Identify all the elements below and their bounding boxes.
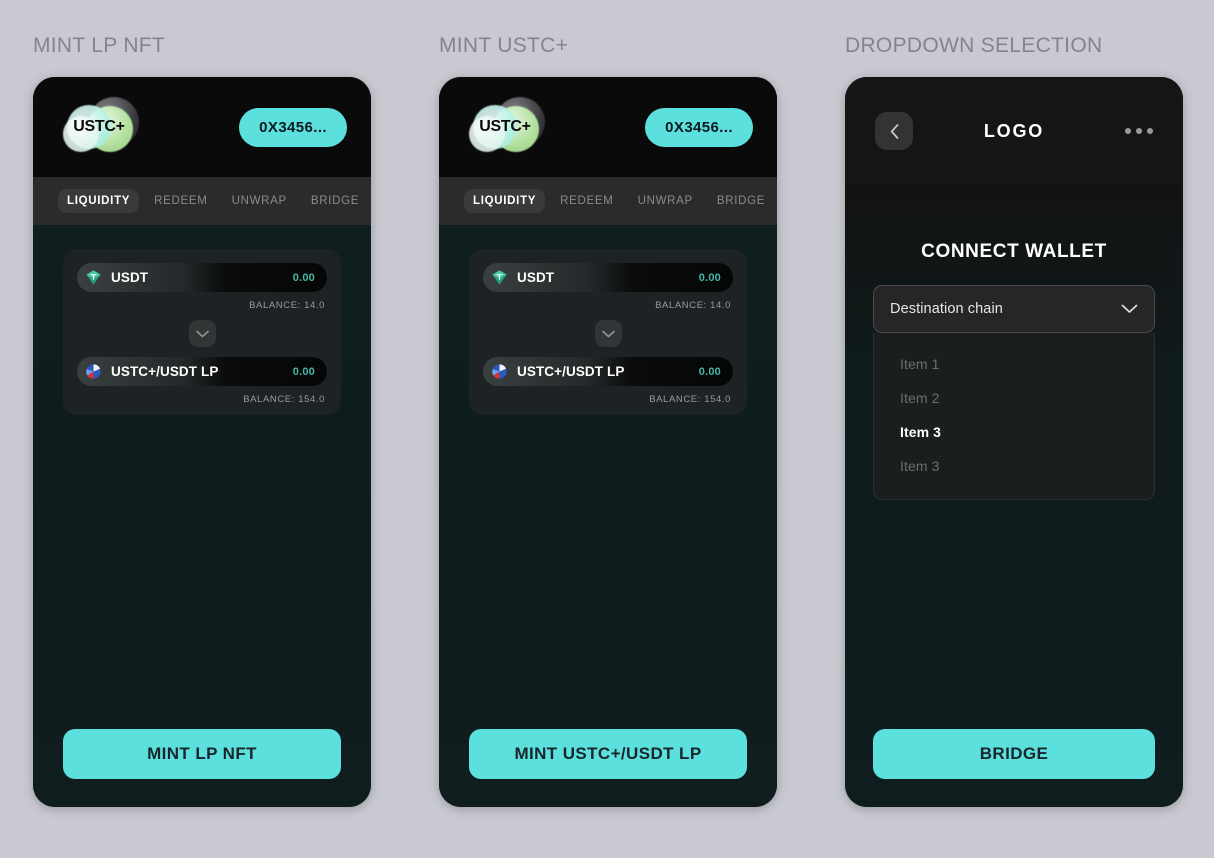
to-token-row[interactable]: USTC+/USDT LP 0.00: [483, 357, 733, 386]
to-token-name: USTC+/USDT LP: [111, 364, 219, 379]
from-token-balance: BALANCE: 14.0: [655, 300, 731, 311]
app-header: USTC+ 0X3456...: [33, 77, 371, 177]
from-token-amount: 0.00: [698, 271, 721, 284]
to-token-amount: 0.00: [698, 365, 721, 378]
back-button[interactable]: [875, 112, 913, 150]
column-dropdown-selection: DROPDOWN SELECTION LOGO CONNECT WALLET D…: [845, 33, 1183, 825]
dot-2: [1136, 128, 1142, 134]
phone-frame-mint-ustc-plus: USTC+ 0X3456... LIQUIDITY REDEEM UNWRAP …: [439, 77, 777, 807]
dropdown-option-item-4[interactable]: Item 3: [874, 449, 1154, 483]
mockup-board: MINT LP NFT USTC+ 0X3456... LIQUIDITY RE…: [0, 0, 1214, 858]
from-token-amount: 0.00: [292, 271, 315, 284]
tab-unwrap[interactable]: UNWRAP: [223, 189, 296, 213]
chevron-down-icon: [195, 330, 209, 337]
tab-bar: LIQUIDITY REDEEM UNWRAP BRIDGE: [33, 177, 371, 225]
tab-bridge[interactable]: BRIDGE: [302, 189, 368, 213]
from-token-name: USDT: [517, 270, 555, 285]
chevron-down-icon: [601, 330, 615, 337]
logo-text: USTC+: [73, 118, 125, 135]
tab-bridge[interactable]: BRIDGE: [708, 189, 774, 213]
destination-chain-options: Item 1 Item 2 Item 3 Item 3: [873, 333, 1155, 500]
from-token-left: USDT: [85, 269, 293, 286]
dot-3: [1147, 128, 1153, 134]
chevron-down-icon: [1121, 304, 1138, 313]
ustc-plus-logo-icon: USTC+: [63, 94, 141, 160]
mint-ustc-usdt-lp-button[interactable]: MINT USTC+/USDT LP: [469, 729, 747, 779]
lp-token-icon: [86, 364, 101, 379]
column-mint-lp-nft: MINT LP NFT USTC+ 0X3456... LIQUIDITY RE…: [33, 33, 371, 825]
destination-chain-value: Destination chain: [890, 301, 1003, 317]
from-token-left: USDT: [491, 269, 699, 286]
wallet-address-button[interactable]: 0X3456...: [239, 107, 347, 147]
app-header: USTC+ 0X3456...: [439, 77, 777, 177]
swap-card: USDT 0.00 BALANCE: 14.0 USTC+/USDT LP 0.…: [63, 249, 341, 415]
from-token-name: USDT: [111, 270, 149, 285]
dropdown-option-item-3[interactable]: Item 3: [874, 415, 1154, 449]
tab-liquidity[interactable]: LIQUIDITY: [464, 189, 546, 213]
app-body: USDT 0.00 BALANCE: 14.0 USTC+/USDT LP 0.…: [33, 225, 371, 807]
from-token-row[interactable]: USDT 0.00: [77, 263, 327, 292]
usdt-icon: [492, 270, 507, 285]
tab-bar: LIQUIDITY REDEEM UNWRAP BRIDGE: [439, 177, 777, 225]
to-token-amount: 0.00: [292, 365, 315, 378]
connect-wallet-heading: CONNECT WALLET: [921, 241, 1107, 262]
column-title: MINT LP NFT: [33, 34, 166, 57]
dropdown-option-item-2[interactable]: Item 2: [874, 381, 1154, 415]
usdt-icon: [86, 270, 101, 285]
app-body: CONNECT WALLET Destination chain Item 1 …: [845, 185, 1183, 807]
ustc-plus-logo-icon: USTC+: [469, 94, 547, 160]
tab-redeem[interactable]: REDEEM: [145, 189, 216, 213]
dropdown-option-item-1[interactable]: Item 1: [874, 347, 1154, 381]
swap-divider: [483, 320, 733, 347]
to-token-name: USTC+/USDT LP: [517, 364, 625, 379]
more-horizontal-icon[interactable]: [1125, 128, 1153, 134]
tab-liquidity[interactable]: LIQUIDITY: [58, 189, 140, 213]
from-token-row[interactable]: USDT 0.00: [483, 263, 733, 292]
bridge-button[interactable]: BRIDGE: [873, 729, 1155, 779]
to-token-balance: BALANCE: 154.0: [243, 394, 325, 405]
to-token-left: USTC+/USDT LP: [85, 363, 293, 380]
mint-lp-nft-button[interactable]: MINT LP NFT: [63, 729, 341, 779]
chevron-left-icon: [890, 123, 898, 139]
lp-token-icon: [492, 364, 507, 379]
to-token-balance: BALANCE: 154.0: [649, 394, 731, 405]
wallet-address-button[interactable]: 0X3456...: [645, 107, 753, 147]
phone-frame-mint-lp-nft: USTC+ 0X3456... LIQUIDITY REDEEM UNWRAP …: [33, 77, 371, 807]
column-title: DROPDOWN SELECTION: [845, 34, 1103, 57]
column-mint-ustc-plus: MINT USTC+ USTC+ 0X3456... LIQUIDITY RED…: [439, 33, 777, 825]
swap-divider: [77, 320, 327, 347]
phone-frame-dropdown: LOGO CONNECT WALLET Destination chain It…: [845, 77, 1183, 807]
to-token-row[interactable]: USTC+/USDT LP 0.00: [77, 357, 327, 386]
tab-redeem[interactable]: REDEEM: [551, 189, 622, 213]
app-body: USDT 0.00 BALANCE: 14.0 USTC+/USDT LP 0.…: [439, 225, 777, 807]
app-header: LOGO: [845, 77, 1183, 185]
column-title: MINT USTC+: [439, 34, 569, 57]
dot-1: [1125, 128, 1131, 134]
logo-text: USTC+: [479, 118, 531, 135]
destination-chain-select[interactable]: Destination chain: [873, 285, 1155, 333]
from-token-balance: BALANCE: 14.0: [249, 300, 325, 311]
swap-card: USDT 0.00 BALANCE: 14.0 USTC+/USDT LP 0.…: [469, 249, 747, 415]
swap-direction-button[interactable]: [594, 320, 622, 347]
tab-unwrap[interactable]: UNWRAP: [629, 189, 702, 213]
to-token-left: USTC+/USDT LP: [491, 363, 699, 380]
swap-direction-button[interactable]: [188, 320, 216, 347]
